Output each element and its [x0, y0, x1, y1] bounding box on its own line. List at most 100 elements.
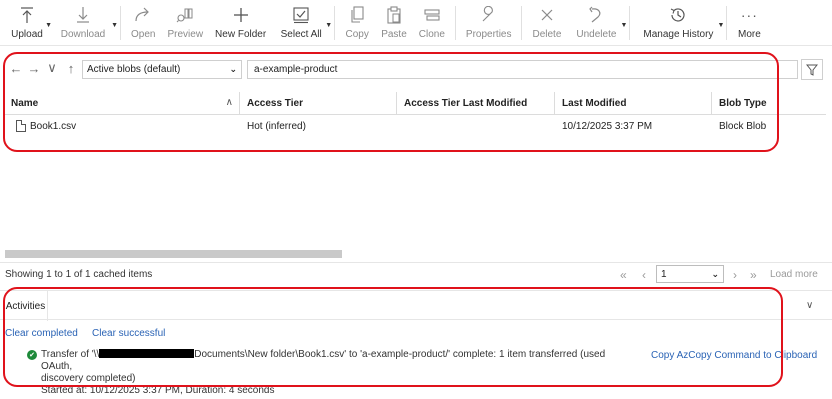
download-button[interactable]: Download ▼ [50, 0, 118, 46]
plus-icon [229, 4, 253, 26]
horizontal-scrollbar[interactable] [5, 250, 342, 258]
status-text: Showing 1 to 1 of 1 cached items [5, 269, 153, 280]
chevron-down-icon: ⌄ [711, 268, 719, 279]
address-bar: ← → ∨ ↑ Active blobs (default) ⌄ a-examp… [0, 56, 832, 82]
clone-icon [420, 4, 444, 26]
clear-successful-link[interactable]: Clear successful [92, 328, 165, 339]
column-header-blob-type[interactable]: Blob Type [712, 92, 826, 114]
delete-label: Delete [532, 29, 562, 40]
chevron-down-icon[interactable]: ∨ [806, 300, 813, 311]
toolbar-divider [454, 6, 456, 40]
download-label: Download [60, 29, 106, 40]
select-all-icon [289, 4, 313, 26]
upload-label: Upload [11, 29, 43, 40]
blob-view-select[interactable]: Active blobs (default) ⌄ [82, 60, 242, 79]
file-icon [16, 120, 26, 132]
tab-activities[interactable]: Activities [4, 291, 48, 321]
column-header-label: Access Tier [247, 97, 303, 109]
file-name: Book1.csv [30, 120, 77, 132]
load-more-button[interactable]: Load more [770, 269, 818, 280]
manage-history-button[interactable]: Manage History ▼ [634, 0, 724, 46]
history-icon [666, 4, 690, 26]
column-header-last-modified[interactable]: Last Modified [555, 92, 712, 114]
activity-line-1: Transfer of '\\ Documents\New folder\Book… [41, 349, 633, 373]
chevron-down-icon[interactable]: ∨ [44, 60, 60, 76]
column-header-access-tier-last-modified[interactable]: Access Tier Last Modified [397, 92, 555, 114]
page-select[interactable]: 1 ⌄ [656, 265, 724, 283]
select-all-caret-icon[interactable]: ▼ [325, 22, 332, 29]
preview-label: Preview [167, 29, 204, 40]
cell-last-modified: 10/12/2025 3:37 PM [562, 120, 653, 132]
undelete-button[interactable]: Undelete ▼ [567, 0, 627, 46]
clone-button[interactable]: Clone [413, 0, 451, 46]
download-caret-icon[interactable]: ▼ [111, 22, 118, 29]
forward-arrow-icon[interactable]: → [26, 61, 42, 76]
copy-button[interactable]: Copy [339, 0, 375, 46]
activity-line-3: Started at: 10/12/2025 3:37 PM, Duration… [41, 385, 275, 396]
path-value: a-example-product [254, 64, 338, 75]
column-header-label: Last Modified [562, 97, 627, 109]
redacted-block [99, 349, 195, 358]
column-header-label: Blob Type [719, 97, 767, 109]
status-bar: Showing 1 to 1 of 1 cached items « ‹ 1 ⌄… [0, 263, 832, 285]
open-label: Open [131, 29, 156, 40]
select-all-button[interactable]: Select All ▼ [272, 0, 332, 46]
first-page-icon[interactable]: « [620, 268, 627, 282]
up-arrow-icon[interactable]: ↑ [63, 61, 79, 76]
table-row[interactable]: Book1.csv Hot (inferred) 10/12/2025 3:37… [4, 116, 826, 136]
table-header: Name ∧ Access Tier Access Tier Last Modi… [4, 92, 826, 115]
more-button[interactable]: ··· More [731, 0, 767, 46]
toolbar-divider [334, 6, 336, 40]
activity-entry: Transfer of '\\ Documents\New folder\Book… [28, 349, 633, 397]
preview-icon [173, 4, 197, 26]
properties-label: Properties [465, 29, 512, 40]
ellipsis-icon: ··· [740, 7, 758, 23]
toolbar-divider [726, 6, 728, 40]
close-icon [535, 4, 559, 26]
column-header-name[interactable]: Name ∧ [4, 92, 240, 114]
copy-azcopy-command-link[interactable]: Copy AzCopy Command to Clipboard [651, 350, 817, 361]
toolbar-divider [120, 6, 121, 40]
toolbar: Upload ▼ Download ▼ Open Preview New Fol… [0, 0, 832, 46]
back-arrow-icon[interactable]: ← [8, 61, 24, 76]
activity-line-2: discovery completed) [41, 373, 136, 384]
filter-icon [806, 64, 818, 76]
copy-icon [345, 4, 369, 26]
undo-icon [584, 4, 608, 26]
cell-blob-type: Block Blob [719, 120, 767, 132]
sort-up-icon: ∧ [225, 97, 233, 108]
paste-icon [382, 4, 406, 26]
filter-button[interactable] [801, 59, 823, 80]
properties-button[interactable]: Properties [460, 0, 518, 46]
activities-panel-header: Activities ∨ [0, 290, 832, 321]
page-value: 1 [661, 268, 667, 280]
clear-completed-link[interactable]: Clear completed [5, 328, 78, 339]
manage-history-label: Manage History [643, 29, 714, 40]
new-folder-button[interactable]: New Folder [209, 0, 272, 46]
preview-button[interactable]: Preview [161, 0, 209, 46]
download-icon [71, 4, 95, 26]
path-input[interactable]: a-example-product [247, 60, 798, 79]
open-button[interactable]: Open [125, 0, 161, 46]
last-page-icon[interactable]: » [750, 268, 757, 282]
column-header-access-tier[interactable]: Access Tier [240, 92, 397, 114]
manage-history-caret-icon[interactable]: ▼ [717, 22, 724, 29]
more-label: More [737, 29, 761, 40]
previous-page-icon[interactable]: ‹ [642, 268, 646, 282]
copy-label: Copy [345, 29, 369, 40]
upload-button[interactable]: Upload ▼ [4, 0, 52, 46]
activity-text-prefix: Transfer of '\\ [41, 349, 100, 360]
toolbar-divider [521, 6, 523, 40]
undelete-label: Undelete [576, 29, 617, 40]
undelete-caret-icon[interactable]: ▼ [620, 22, 627, 29]
select-all-label: Select All [280, 29, 322, 40]
delete-button[interactable]: Delete [526, 0, 567, 46]
paste-button[interactable]: Paste [375, 0, 413, 46]
next-page-icon[interactable]: › [733, 268, 737, 282]
chevron-down-icon: ⌄ [229, 64, 237, 74]
clone-label: Clone [418, 29, 445, 40]
new-folder-label: New Folder [215, 29, 267, 40]
upload-icon [15, 4, 39, 26]
column-header-label: Name [11, 97, 39, 109]
cell-name: Book1.csv [4, 116, 240, 136]
